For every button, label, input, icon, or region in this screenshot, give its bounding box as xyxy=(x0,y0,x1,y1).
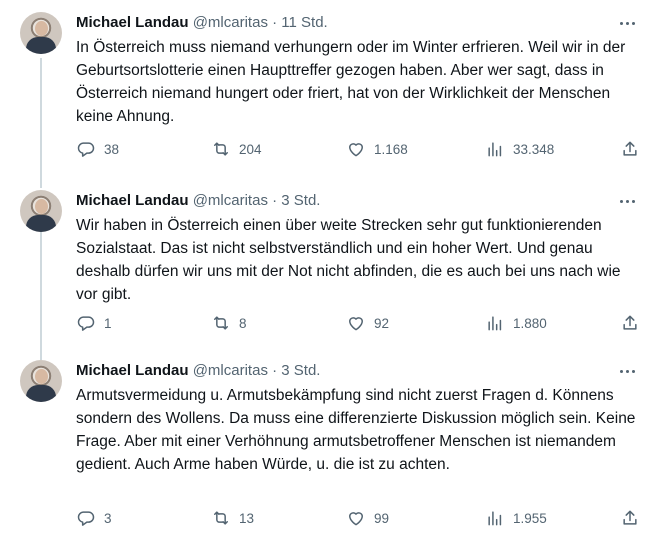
tweet[interactable]: Michael Landau @mlcaritas · 11 Std. In Ö… xyxy=(0,0,656,178)
timestamp[interactable]: 3 Std. xyxy=(281,192,320,209)
author-name[interactable]: Michael Landau xyxy=(76,192,189,209)
separator-dot: · xyxy=(272,14,278,31)
view-count: 33.348 xyxy=(513,141,555,157)
view-count: 1.955 xyxy=(513,510,547,526)
retweet-button[interactable]: 204 xyxy=(211,137,262,161)
avatar[interactable] xyxy=(20,190,62,232)
like-count: 92 xyxy=(374,315,390,331)
tweet-header: Michael Landau @mlcaritas · 3 Std. xyxy=(76,361,636,381)
share-button[interactable] xyxy=(620,311,640,335)
retweet-button[interactable]: 8 xyxy=(211,311,247,335)
retweet-count: 8 xyxy=(239,315,247,331)
reply-icon xyxy=(77,511,95,526)
views-icon xyxy=(488,316,502,331)
like-button[interactable]: 92 xyxy=(346,311,389,335)
heart-icon xyxy=(349,143,363,157)
like-count: 99 xyxy=(374,510,390,526)
more-icon[interactable] xyxy=(616,361,638,381)
share-icon xyxy=(623,510,637,525)
share-icon xyxy=(623,141,637,156)
like-button[interactable]: 99 xyxy=(346,506,389,530)
retweet-count: 204 xyxy=(239,141,262,157)
views-button[interactable]: 1.955 xyxy=(485,506,547,530)
share-icon xyxy=(623,315,637,330)
tweet-text: Wir haben in Österreich einen über weite… xyxy=(76,217,621,303)
tweet[interactable]: Michael Landau @mlcaritas · 3 Std. Wir h… xyxy=(0,178,656,348)
author-handle[interactable]: @mlcaritas xyxy=(193,362,268,379)
tweet-header: Michael Landau @mlcaritas · 3 Std. xyxy=(76,191,636,211)
views-icon xyxy=(488,142,502,157)
views-button[interactable]: 33.348 xyxy=(485,137,554,161)
separator-dot: · xyxy=(272,362,278,379)
tweet-header: Michael Landau @mlcaritas · 11 Std. xyxy=(76,13,636,33)
retweet-count: 13 xyxy=(239,510,255,526)
views-icon xyxy=(488,511,502,526)
author-handle[interactable]: @mlcaritas xyxy=(193,14,268,31)
author-name[interactable]: Michael Landau xyxy=(76,362,189,379)
like-button[interactable]: 1.168 xyxy=(346,137,408,161)
reply-count: 3 xyxy=(104,510,112,526)
reply-button[interactable]: 38 xyxy=(76,137,119,161)
reply-count: 38 xyxy=(104,141,120,157)
tweet-actions: 1 8 92 1.880 xyxy=(76,311,637,335)
avatar[interactable] xyxy=(20,12,62,54)
share-button[interactable] xyxy=(620,137,640,161)
tweet[interactable]: Michael Landau @mlcaritas · 3 Std. Armut… xyxy=(0,348,656,543)
tweet-text: In Österreich muss niemand verhungern od… xyxy=(76,39,626,125)
retweet-icon xyxy=(214,511,228,525)
like-count: 1.168 xyxy=(374,141,408,157)
tweet-text: Armutsvermeidung u. Armutsbekämpfung sin… xyxy=(76,387,636,473)
reply-button[interactable]: 1 xyxy=(76,311,112,335)
timestamp[interactable]: 3 Std. xyxy=(281,362,320,379)
share-button[interactable] xyxy=(620,506,640,530)
separator-dot: · xyxy=(272,192,278,209)
more-icon[interactable] xyxy=(616,191,638,211)
timestamp[interactable]: 11 Std. xyxy=(281,14,327,31)
reply-icon xyxy=(77,142,95,157)
avatar[interactable] xyxy=(20,360,62,402)
author-handle[interactable]: @mlcaritas xyxy=(193,192,268,209)
more-icon[interactable] xyxy=(616,13,638,33)
retweet-icon xyxy=(214,142,228,156)
author-name[interactable]: Michael Landau xyxy=(76,14,189,31)
reply-count: 1 xyxy=(104,315,112,331)
reply-button[interactable]: 3 xyxy=(76,506,112,530)
heart-icon xyxy=(349,512,363,526)
retweet-button[interactable]: 13 xyxy=(211,506,254,530)
reply-icon xyxy=(77,316,95,331)
tweet-actions: 38 204 1.168 33.348 xyxy=(76,137,637,161)
tweet-actions: 3 13 99 1.955 xyxy=(76,506,637,530)
views-button[interactable]: 1.880 xyxy=(485,311,547,335)
view-count: 1.880 xyxy=(513,315,547,331)
heart-icon xyxy=(349,317,363,331)
retweet-icon xyxy=(214,316,228,330)
